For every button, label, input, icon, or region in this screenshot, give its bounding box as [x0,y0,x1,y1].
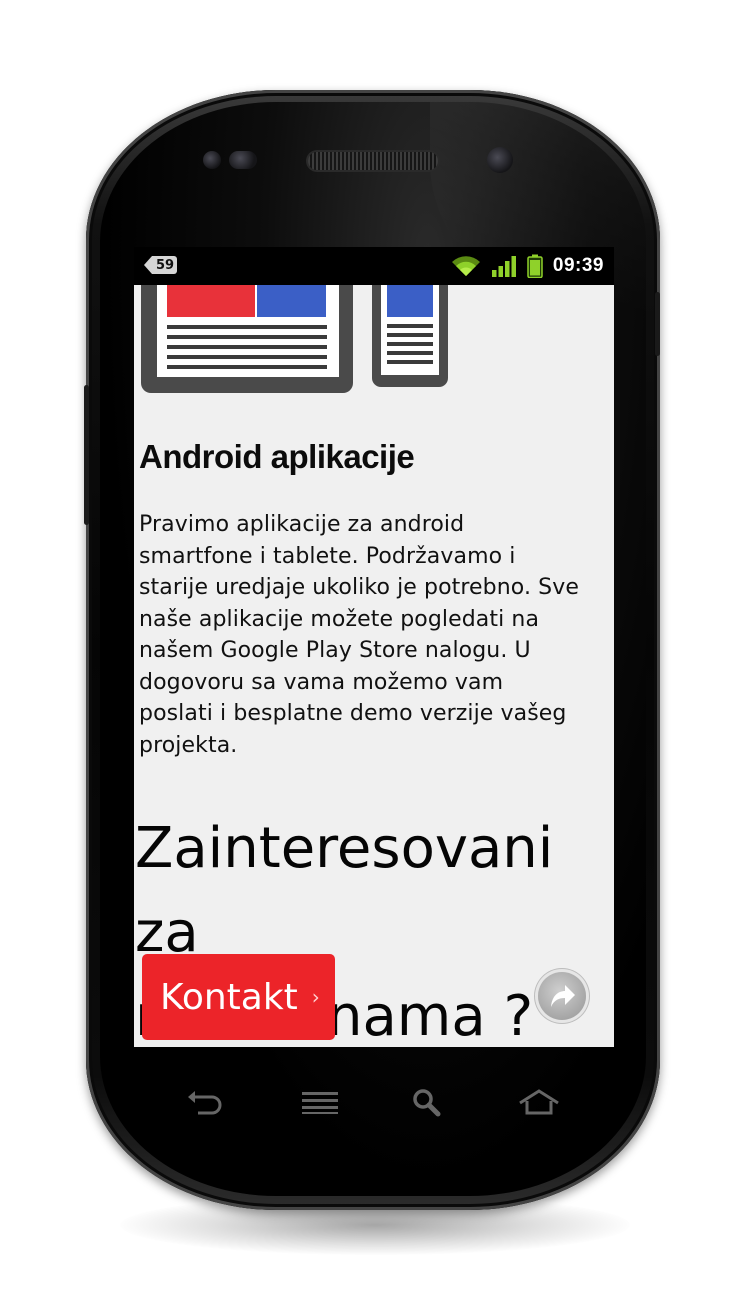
search-key[interactable] [404,1085,450,1119]
proximity-sensor [203,151,221,169]
wifi-icon [451,256,480,276]
front-camera [487,147,513,173]
power-button[interactable] [655,292,660,356]
body-line: naše aplikacije možete pogledati na [139,606,540,632]
section-body: Pravimo aplikacije za android smartfone … [139,509,599,761]
back-icon [188,1091,222,1115]
back-key[interactable] [181,1085,227,1119]
home-key[interactable] [516,1085,562,1119]
share-button[interactable] [538,972,586,1020]
body-line: poslati i besplatne demo verzije vašeg [139,701,567,726]
kontakt-button[interactable]: Kontakt › [142,954,335,1040]
body-line: smartfone i tablete. Podržavamo i [139,543,516,569]
status-bar: 59 09:39 [134,247,614,285]
body-line: našem Google Play Store nalogu. U [139,638,531,663]
share-arrow-icon [551,985,575,1007]
status-clock: 09:39 [552,255,604,276]
kontakt-button-label: Kontakt [160,976,298,1018]
body-line: projekta. [139,732,238,758]
screen: 59 09:39 Android aplikacije Pravimo apli… [134,247,614,1047]
notification-badge[interactable]: 59 [144,256,178,274]
light-sensor [229,151,257,169]
page-content[interactable]: Android aplikacije Pravimo aplikacije za… [134,285,614,1047]
signal-icon [491,256,516,277]
chevron-right-icon: › [311,985,320,1009]
notification-count: 59 [156,257,175,273]
home-icon [519,1089,559,1115]
body-line: Pravimo aplikacije za android [139,512,465,537]
section-heading: Android aplikacije [139,438,415,475]
battery-icon [527,254,543,278]
search-icon [413,1089,441,1117]
volume-button[interactable] [84,385,89,525]
menu-icon [302,1092,338,1114]
devices-illustration [141,285,448,393]
cta-line: Zainteresovani za [135,816,554,965]
menu-key[interactable] [297,1085,343,1119]
earpiece-speaker [308,152,438,170]
body-line: starije uredjaje ukoliko je potrebno. Sv… [139,575,579,600]
status-icons: 09:39 [451,254,604,278]
body-line: dogovoru sa vama možemo vam [139,669,504,695]
